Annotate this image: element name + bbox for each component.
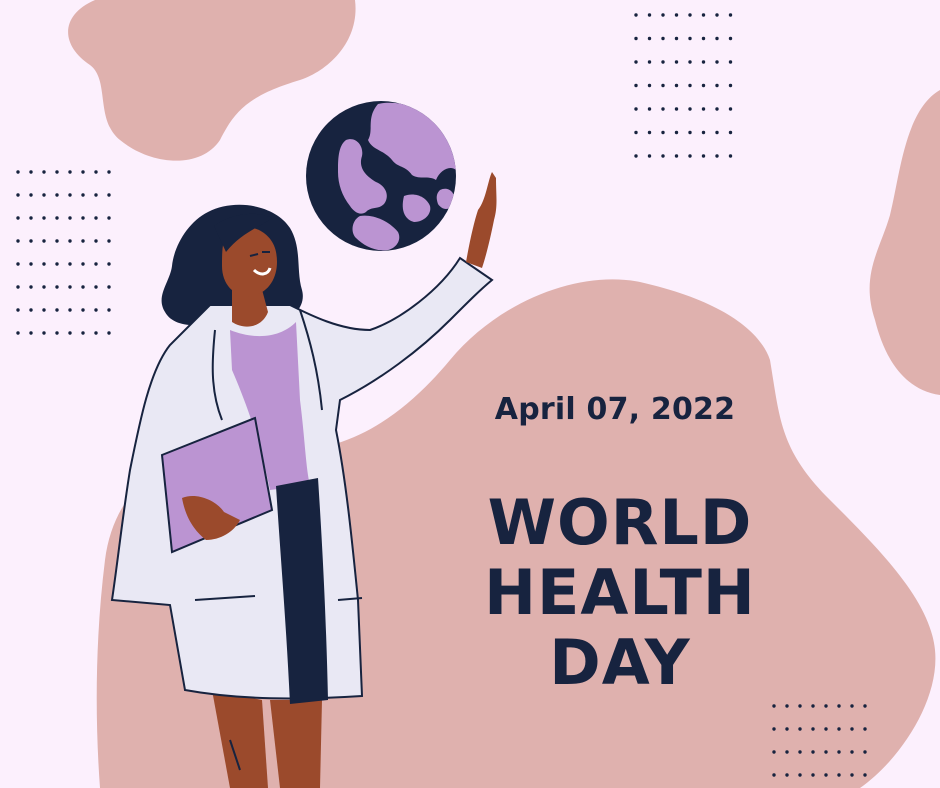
title-line-1: WORLD [487,486,753,559]
raised-hand [466,172,497,268]
title-line-2: HEALTH [484,556,756,629]
legs [212,690,268,788]
poster-title: WORLD HEALTH DAY [420,488,820,698]
event-date: April 07, 2022 [494,392,736,427]
poster-canvas: April 07, 2022 WORLD HEALTH DAY [0,0,940,788]
title-line-3: DAY [549,626,691,699]
